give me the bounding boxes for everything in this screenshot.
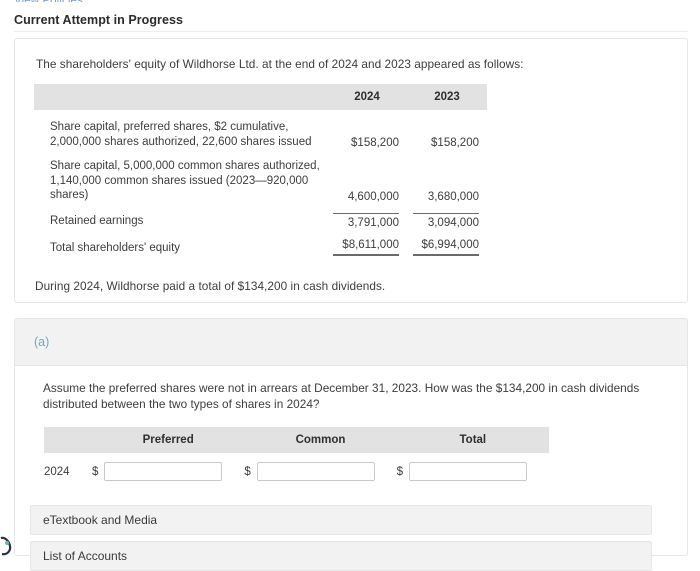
row-label-preferred-shares: Share capital, preferred shares, $2 cumu… [50,121,312,148]
column-header-2023: 2023 [407,84,487,110]
row-value-total-2023: $6,994,000 [407,229,487,256]
row-value-total-2024: $8,611,000 [327,229,407,256]
answer-column-header-blank [44,427,92,453]
dollar-sign-preferred: $ [92,465,99,478]
table-row: Share capital, 5,000,000 common shares a… [34,149,487,203]
page-title: Current Attempt in Progress [14,13,183,27]
total-amount-input[interactable] [409,462,528,481]
row-value-preferred-2024: $158,200 [351,137,399,149]
answer-cell-common: $ [244,453,396,481]
table-row: Total shareholders' equity $8,611,000 $6… [34,229,487,256]
row-value-retained-2023: 3,094,000 [407,203,487,229]
row-value-common-2024: 4,600,000 [347,190,399,203]
dividend-note-text: During 2024, Wildhorse paid a total of $… [35,279,386,293]
view-policies-link[interactable]: View Policies [14,0,83,2]
answer-column-header-total: Total [396,427,549,453]
preferred-amount-input[interactable] [104,462,223,481]
row-value-retained-2024: 3,791,000 [327,203,407,229]
dollar-sign-common: $ [244,465,251,478]
answer-column-header-preferred: Preferred [92,427,245,453]
list-of-accounts-label: List of Accounts [43,549,128,563]
table-header-row: 2024 2023 [34,84,487,110]
answer-table-wrapper: Preferred Common Total 2024 $ $ $ [44,427,549,481]
etextbook-and-media-button[interactable]: eTextbook and Media [30,505,652,535]
column-header-2024: 2024 [327,84,407,110]
page-header: View Policies Current Attempt in Progres… [0,0,700,32]
answer-header-row: Preferred Common Total [44,427,549,453]
shareholders-equity-table: 2024 2023 Share capital, preferred share… [34,84,487,256]
answer-column-header-common: Common [244,427,397,453]
common-amount-input[interactable] [256,462,375,481]
part-a-header: (a) [15,319,687,366]
list-of-accounts-button[interactable]: List of Accounts [30,541,652,571]
part-a-label: (a) [34,335,50,349]
answer-row-label-2024: 2024 [44,465,70,478]
header-divider [14,31,688,32]
shareholders-equity-card: The shareholders' equity of Wildhorse Lt… [14,38,688,303]
answer-cell-total: $ [397,453,549,481]
row-label-common-shares: Share capital, 5,000,000 common shares a… [50,160,320,201]
row-label-total-equity: Total shareholders' equity [50,242,181,254]
row-label-retained-earnings: Retained earnings [50,215,144,227]
answer-cell-preferred: $ [92,453,244,481]
answer-input-row: 2024 $ $ $ [44,453,549,481]
question-text: Assume the preferred shares were not in … [43,381,640,411]
table-row: Share capital, preferred shares, $2 cumu… [34,110,487,149]
equity-intro-text: The shareholders' equity of Wildhorse Lt… [36,57,524,71]
dollar-sign-total: $ [396,465,404,478]
row-value-preferred-2023: $158,200 [431,137,479,149]
column-header-blank [34,84,327,110]
table-row: Retained earnings 3,791,000 3,094,000 [34,203,487,229]
etextbook-and-media-label: eTextbook and Media [43,513,158,527]
row-value-common-2023: 3,680,000 [427,190,479,203]
dividend-allocation-table: Preferred Common Total 2024 $ $ $ [44,427,549,481]
